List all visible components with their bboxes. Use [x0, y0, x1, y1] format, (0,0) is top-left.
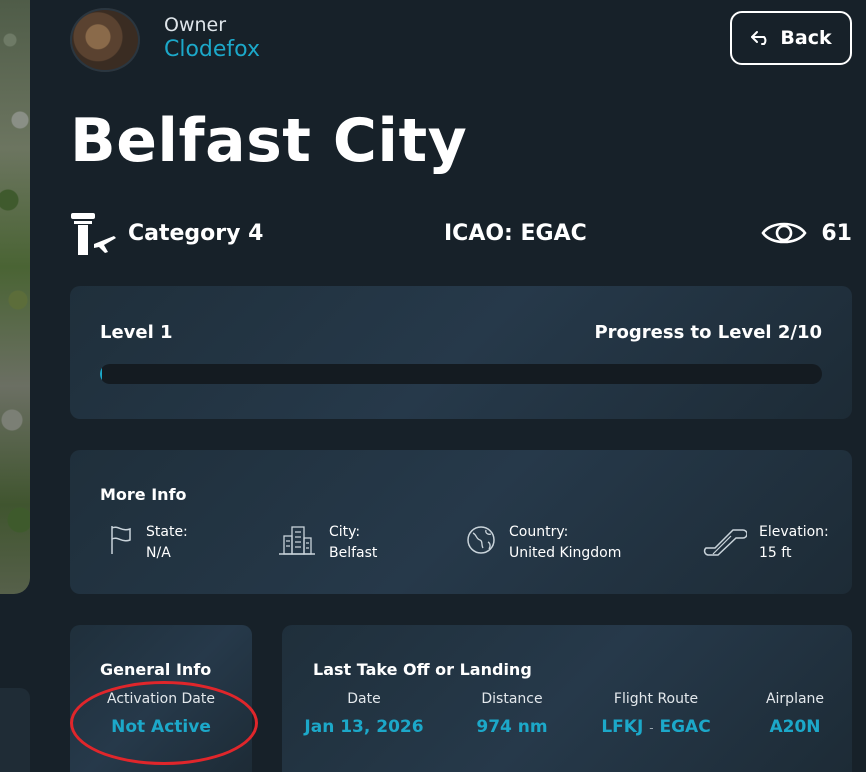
last-takeoff-card: Last Take Off or Landing Date Jan 13, 20…: [282, 625, 852, 772]
side-panel-edge: [0, 688, 30, 772]
country-value: United Kingdom: [509, 545, 622, 561]
back-arrow-icon: [751, 31, 767, 45]
activation-date-value: Not Active: [111, 717, 211, 737]
flight-route-label: Flight Route: [613, 691, 699, 707]
owner-avatar[interactable]: [70, 8, 140, 72]
airplane-label: Airplane: [765, 691, 825, 707]
views-stat: 61: [761, 218, 852, 248]
level-card: Level 1 Progress to Level 2/10: [70, 286, 852, 419]
airport-name: Belfast City: [70, 106, 468, 176]
date-label: Date: [347, 691, 381, 707]
current-level: Level 1: [100, 322, 173, 343]
elevation-label: Elevation:: [759, 524, 829, 540]
back-button-label: Back: [780, 27, 832, 49]
city-label: City:: [329, 524, 361, 540]
escalator-icon: [703, 529, 747, 556]
views-count: 61: [821, 220, 852, 246]
date-value: Jan 13, 2026: [304, 717, 424, 737]
distance-label: Distance: [481, 691, 543, 707]
more-info-card: More Info State: N/A City: Belfast Count…: [70, 450, 852, 594]
eye-icon: [761, 222, 807, 244]
state-label: State:: [146, 524, 188, 540]
general-info-title: General Info: [100, 660, 212, 679]
distance-value: 974 nm: [476, 717, 548, 737]
last-takeoff-title: Last Take Off or Landing: [313, 660, 532, 679]
airplane-value: A20N: [769, 717, 821, 737]
airport-stats-row: Category 4 ICAO: EGAC 61: [70, 210, 852, 260]
state-value: N/A: [146, 545, 171, 561]
level-progress-bar: [100, 364, 822, 384]
route-separator: -: [649, 721, 654, 735]
flag-icon: [111, 526, 131, 554]
category-label: Category 4: [128, 220, 264, 246]
back-button[interactable]: Back: [730, 11, 852, 65]
category-stat: Category 4: [70, 210, 263, 256]
icao-code: ICAO: EGAC: [444, 221, 587, 246]
city-buildings-icon: [279, 526, 315, 555]
city-info: City: Belfast: [277, 522, 377, 564]
flight-route-value: LFKJ - EGAC: [596, 717, 716, 737]
owner-label: Owner: [164, 14, 227, 36]
route-origin: LFKJ: [601, 717, 644, 737]
elevation-value: 15 ft: [759, 545, 792, 561]
state-info: State: N/A: [108, 522, 188, 564]
country-info: Country: United Kingdom: [465, 522, 621, 564]
satellite-map-strip: [0, 0, 30, 594]
globe-icon: [467, 526, 495, 554]
owner-name-link[interactable]: Clodefox: [164, 37, 260, 62]
level-progress-fill: [100, 364, 103, 384]
elevation-info: Elevation: 15 ft: [703, 522, 829, 564]
level-progress-label: Progress to Level 2/10: [594, 322, 822, 343]
country-label: Country:: [509, 524, 569, 540]
activation-date-label: Activation Date: [106, 691, 215, 707]
general-info-card: General Info Activation Date Not Active: [70, 625, 252, 772]
city-value: Belfast: [329, 545, 378, 561]
control-tower-icon: [71, 213, 116, 255]
more-info-title: More Info: [100, 485, 187, 504]
route-destination: EGAC: [659, 717, 711, 737]
